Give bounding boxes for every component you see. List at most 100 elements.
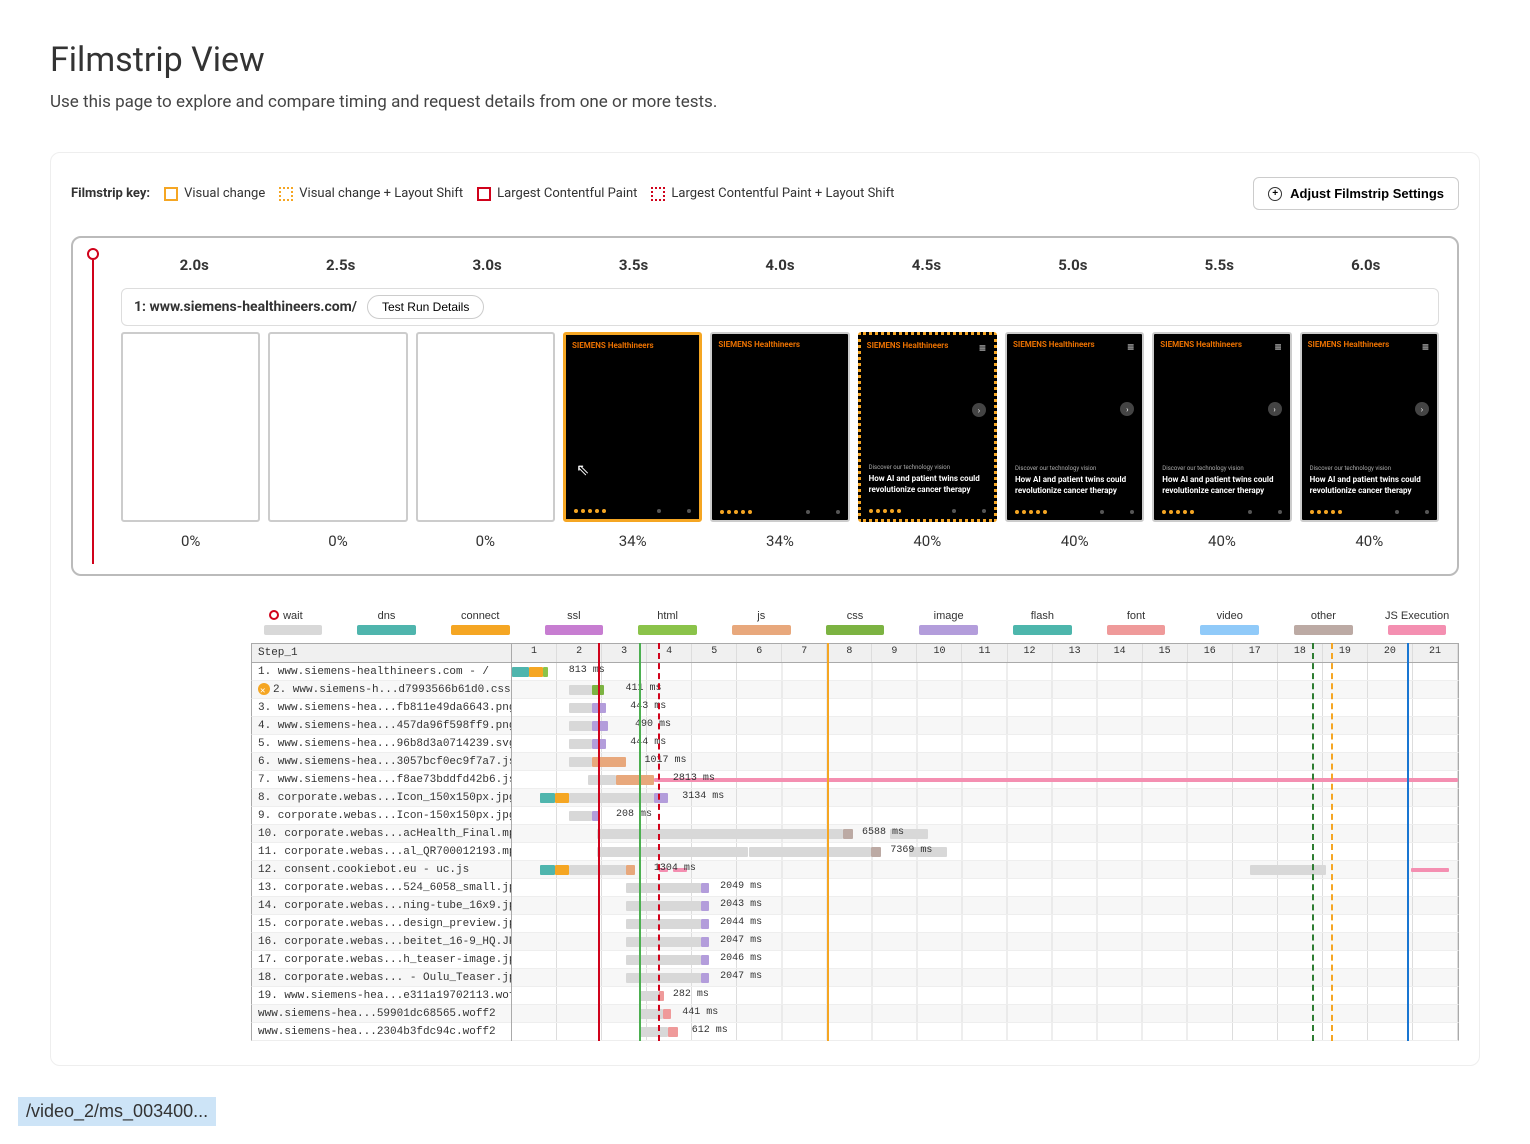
- waterfall-row[interactable]: 9. corporate.webas...Icon-150x150px.jpg2…: [251, 807, 1459, 825]
- frame-column[interactable]: 0%: [416, 332, 555, 550]
- request-name: 16. corporate.webas...beitet_16-9_HQ.JPG: [252, 933, 512, 951]
- request-name: 7. www.siemens-hea...f8ae73bddfd42b6.js: [252, 771, 512, 789]
- time-tick: 4.5s: [853, 248, 999, 288]
- frame-column[interactable]: SIEMENS Healthineers⇖34%: [563, 332, 702, 550]
- timing-label: 441 ms: [682, 1007, 718, 1018]
- frame-thumbnail[interactable]: SIEMENS Healthineers⇖: [563, 332, 702, 522]
- frame-thumbnail[interactable]: [121, 332, 260, 522]
- timing-bar: [871, 847, 880, 857]
- frame-thumbnail[interactable]: SIEMENS Healthineers≡›Discover our techn…: [1005, 332, 1144, 522]
- waterfall-tick: 16: [1188, 644, 1233, 662]
- waterfall-row[interactable]: 2. www.siemens-h...d7993566b61d0.css411 …: [251, 681, 1459, 699]
- waterfall-tick: 1: [512, 644, 557, 662]
- frame-thumbnail[interactable]: SIEMENS Healthineers≡›Discover our techn…: [1300, 332, 1439, 522]
- waterfall-row[interactable]: 18. corporate.webas... - Oulu_Teaser.jpg…: [251, 969, 1459, 987]
- waterfall-row[interactable]: 5. www.siemens-hea...96b8d3a0714239.svg4…: [251, 735, 1459, 753]
- waterfall-section: waitdnsconnectsslhtmljscssimageflashfont…: [251, 606, 1459, 1041]
- waterfall-tick: 10: [917, 644, 962, 662]
- chevron-right-icon: ›: [1268, 402, 1282, 416]
- scrubber-handle[interactable]: [87, 248, 99, 260]
- request-name: 12. consent.cookiebot.eu - uc.js: [252, 861, 512, 879]
- legend-item: js: [719, 610, 803, 635]
- waterfall-row[interactable]: 1. www.siemens-healthineers.com - /813 m…: [251, 663, 1459, 681]
- frame-percent: 40%: [1355, 532, 1383, 550]
- waterfall-row[interactable]: 12. consent.cookiebot.eu - uc.js1304 ms: [251, 861, 1459, 879]
- frame-thumbnail[interactable]: [268, 332, 407, 522]
- waterfall-row[interactable]: 7. www.siemens-hea...f8ae73bddfd42b6.js2…: [251, 771, 1459, 789]
- timing-bars: 2046 ms: [512, 951, 1458, 968]
- scrubber-handle-waterfall[interactable]: [269, 610, 279, 620]
- adjust-filmstrip-button[interactable]: + Adjust Filmstrip Settings: [1253, 177, 1459, 210]
- frame-headline: Discover our technology visionHow AI and…: [1162, 465, 1281, 496]
- timing-bar: [592, 757, 625, 767]
- legend-item: dns: [345, 610, 429, 635]
- test-name: 1: www.siemens-healthineers.com/: [134, 299, 357, 315]
- waterfall-row[interactable]: 17. corporate.webas...h_teaser-image.jpg…: [251, 951, 1459, 969]
- timing-bar: [569, 721, 593, 731]
- waterfall-rows: 1. www.siemens-healthineers.com - /813 m…: [251, 663, 1459, 1041]
- timing-bar: [749, 847, 872, 857]
- frame-thumbnail[interactable]: [416, 332, 555, 522]
- logo-icon: SIEMENS Healthineers: [1013, 340, 1095, 349]
- waterfall-row[interactable]: 3. www.siemens-hea...fb811e49da6643.png4…: [251, 699, 1459, 717]
- waterfall-row[interactable]: 8. corporate.webas...Icon_150x150px.jpg3…: [251, 789, 1459, 807]
- waterfall-row[interactable]: 10. corporate.webas...acHealth_Final.mp3…: [251, 825, 1459, 843]
- waterfall-row[interactable]: 14. corporate.webas...ning-tube_16x9.jpg…: [251, 897, 1459, 915]
- timing-label: 7369 ms: [890, 845, 932, 856]
- timing-bar: [640, 991, 659, 1001]
- frame-column[interactable]: SIEMENS Healthineers≡›Discover our techn…: [1005, 332, 1144, 550]
- timing-bars: 2044 ms: [512, 915, 1458, 932]
- timing-label: 490 ms: [635, 719, 671, 730]
- timing-bar: [569, 793, 654, 803]
- frame-column[interactable]: SIEMENS Healthineers≡›Discover our techn…: [858, 332, 997, 550]
- timing-bars: 2049 ms: [512, 879, 1458, 896]
- timing-bar: [597, 847, 748, 857]
- timing-label: 612 ms: [692, 1025, 728, 1036]
- waterfall-row[interactable]: www.siemens-hea...59901dc68565.woff2441 …: [251, 1005, 1459, 1023]
- timing-bar: [1411, 868, 1449, 872]
- timing-bars: 282 ms: [512, 987, 1458, 1004]
- waterfall-row[interactable]: 16. corporate.webas...beitet_16-9_HQ.JPG…: [251, 933, 1459, 951]
- waterfall-tick: 17: [1233, 644, 1278, 662]
- frame-column[interactable]: SIEMENS Healthineers≡›Discover our techn…: [1152, 332, 1291, 550]
- frame-column[interactable]: SIEMENS Healthineers 34%: [710, 332, 849, 550]
- test-run-details-button[interactable]: Test Run Details: [367, 295, 484, 319]
- waterfall-row[interactable]: 4. www.siemens-hea...457da96f598ff9.png4…: [251, 717, 1459, 735]
- frame-column[interactable]: 0%: [268, 332, 407, 550]
- timing-bar: [592, 685, 603, 695]
- waterfall-tick: 4: [647, 644, 692, 662]
- frame-thumbnail[interactable]: SIEMENS Healthineers: [710, 332, 849, 522]
- pagination-dots: [1015, 510, 1134, 514]
- frame-column[interactable]: SIEMENS Healthineers≡›Discover our techn…: [1300, 332, 1439, 550]
- filmstrip-timeline[interactable]: 2.0s2.5s3.0s3.5s4.0s4.5s5.0s5.5s6.0s 1: …: [71, 236, 1459, 576]
- frame-thumbnail[interactable]: SIEMENS Healthineers≡›Discover our techn…: [1152, 332, 1291, 522]
- pagination-dots: [1310, 510, 1429, 514]
- request-name: 17. corporate.webas...h_teaser-image.jpg: [252, 951, 512, 969]
- legend-item: ssl: [532, 610, 616, 635]
- timing-bar: [543, 667, 548, 677]
- hamburger-icon: ≡: [1422, 340, 1429, 354]
- request-name: 11. corporate.webas...al_QR700012193.mp3: [252, 843, 512, 861]
- waterfall-row[interactable]: 11. corporate.webas...al_QR700012193.mp3…: [251, 843, 1459, 861]
- timing-bar: [626, 919, 702, 929]
- timing-bar: [569, 685, 593, 695]
- timing-bar: [569, 865, 626, 875]
- waterfall-row[interactable]: 13. corporate.webas...524_6058_small.jpg…: [251, 879, 1459, 897]
- timing-bar: [597, 829, 843, 839]
- waterfall-row[interactable]: www.siemens-hea...2304b3fdc94c.woff2612 …: [251, 1023, 1459, 1041]
- request-name: 2. www.siemens-h...d7993566b61d0.css: [252, 681, 512, 699]
- frame-percent: 0%: [476, 532, 495, 550]
- frame-column[interactable]: 0%: [121, 332, 260, 550]
- frame-thumbnail[interactable]: SIEMENS Healthineers≡›Discover our techn…: [858, 332, 997, 522]
- timing-bar: [569, 739, 593, 749]
- waterfall-row[interactable]: 6. www.siemens-hea...3057bcf0ec9f7a7.js1…: [251, 753, 1459, 771]
- waterfall-row[interactable]: 15. corporate.webas...design_preview.jpg…: [251, 915, 1459, 933]
- waterfall-tick: 12: [1008, 644, 1053, 662]
- timing-label: 2046 ms: [720, 953, 762, 964]
- waterfall-row[interactable]: 19. www.siemens-hea...e311a19702113.woff…: [251, 987, 1459, 1005]
- request-name: 9. corporate.webas...Icon-150x150px.jpg: [252, 807, 512, 825]
- logo-icon: SIEMENS Healthineers: [1308, 340, 1390, 349]
- timing-bar: [654, 778, 1458, 782]
- frame-percent: 34%: [766, 532, 794, 550]
- waterfall-tick: 14: [1098, 644, 1143, 662]
